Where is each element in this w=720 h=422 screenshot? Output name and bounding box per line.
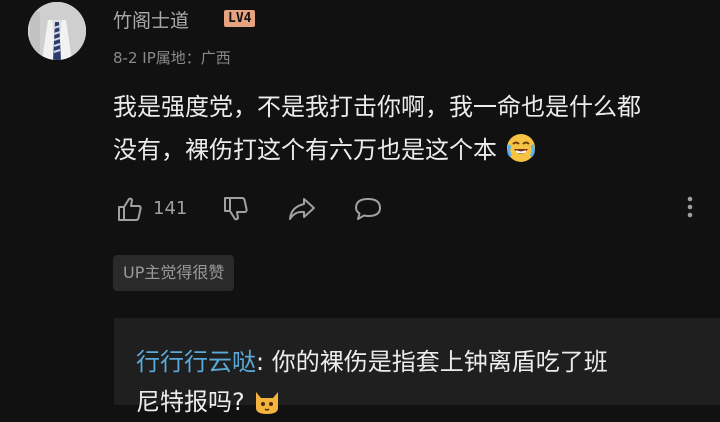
reply-username[interactable]: 行行行云哒: [136, 348, 256, 376]
comment-date: 8-2: [113, 49, 138, 67]
thumbs-down-icon[interactable]: [219, 192, 253, 226]
reply-separator: :: [256, 348, 265, 376]
like-count: 141: [153, 198, 188, 219]
comment-meta: 8-2 IP属地：广西: [113, 47, 231, 68]
comment-icon[interactable]: [351, 192, 385, 226]
cat-emoji: [252, 386, 282, 416]
user-avatar[interactable]: [28, 2, 86, 60]
crying-laughing-emoji: [505, 132, 537, 164]
comment-username[interactable]: 竹阁士道: [113, 6, 189, 33]
reply-preview[interactable]: 行行行云哒: 你的裸伤是指套上钟离盾吃了班 尼特报吗?: [114, 318, 720, 416]
reply-text-line-1: 你的裸伤是指套上钟离盾吃了班: [264, 348, 608, 376]
comment-text-line-1: 我是强度党，不是我打击你啊，我一命也是什么都: [113, 93, 641, 121]
reply-line-2: 尼特报吗?: [136, 382, 720, 422]
user-level-badge: LV4: [224, 10, 256, 27]
up-liked-badge: UP主觉得很赞: [113, 255, 235, 291]
ip-location: IP属地：广西: [142, 49, 231, 67]
comment-text-line-2-text: 没有，裸伤打这个有六万也是这个本: [113, 136, 497, 164]
comment-body: 我是强度党，不是我打击你啊，我一命也是什么都 没有，裸伤打这个有六万也是这个本: [113, 86, 720, 172]
share-icon[interactable]: [285, 192, 319, 226]
reply-text-line-2: 尼特报吗?: [136, 388, 245, 416]
comment-text-line-2: 没有，裸伤打这个有六万也是这个本: [113, 129, 720, 172]
reply-line-1: 行行行云哒: 你的裸伤是指套上钟离盾吃了班: [136, 342, 720, 382]
more-vertical-icon[interactable]: [676, 192, 704, 226]
reply-body: 行行行云哒: 你的裸伤是指套上钟离盾吃了班 尼特报吗?: [136, 342, 720, 422]
thumbs-up-icon[interactable]: [113, 192, 147, 226]
